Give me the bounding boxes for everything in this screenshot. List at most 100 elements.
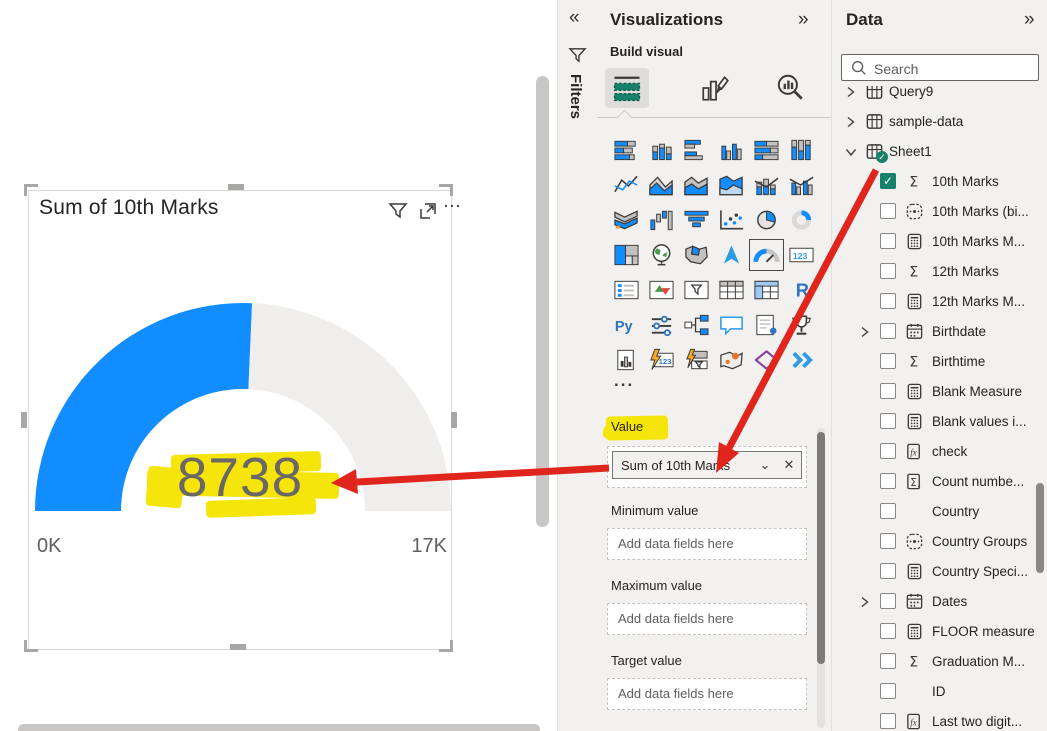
field-checkbox[interactable] <box>880 533 896 549</box>
power-apps-icon[interactable] <box>753 348 780 372</box>
field-row-country-groups[interactable]: Country Groups <box>832 527 1047 557</box>
q-and-a-icon[interactable] <box>718 313 745 337</box>
field-row-10th-marks[interactable]: ✓Σ10th Marks <box>832 167 1047 197</box>
stacked-column-chart-icon[interactable] <box>648 138 675 162</box>
pie-chart-icon[interactable] <box>753 208 780 232</box>
data-pane-scrollbar-thumb[interactable] <box>1036 483 1044 573</box>
field-row-10th-marks-bi-[interactable]: 10th Marks (bi... <box>832 197 1047 227</box>
paginated-report-icon[interactable] <box>613 348 640 372</box>
field-row-blank-values-i-[interactable]: Blank values i... <box>832 407 1047 437</box>
donut-chart-icon[interactable] <box>788 208 815 232</box>
field-checkbox[interactable] <box>880 233 896 249</box>
field-row-country[interactable]: Country <box>832 497 1047 527</box>
collapse-visualizations-icon[interactable]: » <box>798 10 809 29</box>
expand-filters-icon[interactable]: « <box>569 8 580 27</box>
decomposition-tree-icon[interactable] <box>683 313 710 337</box>
funnel-chart-icon[interactable] <box>683 208 710 232</box>
field-checkbox[interactable] <box>880 293 896 309</box>
field-row-id[interactable]: ID <box>832 677 1047 707</box>
field-checkbox[interactable] <box>880 623 896 639</box>
field-checkbox[interactable]: ✓ <box>880 173 896 189</box>
collapse-data-pane-icon[interactable]: » <box>1024 10 1035 29</box>
get-more-visuals-button[interactable]: ... <box>614 371 634 391</box>
field-row-birthtime[interactable]: ΣBirthtime <box>832 347 1047 377</box>
r-script-icon[interactable]: R <box>788 278 815 302</box>
field-row-last-two-digit-[interactable]: fxLast two digit... <box>832 707 1047 731</box>
table-row-sample-data[interactable]: sample-data <box>832 107 1047 137</box>
field-checkbox[interactable] <box>880 593 896 609</box>
filters-pane-title[interactable]: Filters <box>567 74 584 119</box>
chevron-down-icon[interactable] <box>845 146 857 158</box>
line-and-clustered-column-chart-icon[interactable] <box>788 173 815 197</box>
line-chart-icon[interactable] <box>613 173 640 197</box>
visualizations-scrollbar-thumb[interactable] <box>817 432 825 664</box>
clustered-column-chart-icon[interactable] <box>718 138 745 162</box>
metrics-icon[interactable] <box>788 313 815 337</box>
chevron-right-icon[interactable] <box>845 116 857 128</box>
gauge-visual-container[interactable]: Sum of 10th Marks ⋯ 8738 0K 17K <box>28 190 452 650</box>
chevron-right-icon[interactable] <box>845 86 857 98</box>
stacked-bar-chart-icon[interactable] <box>613 138 640 162</box>
lightning-slicer-icon[interactable] <box>683 348 710 372</box>
well-target-value[interactable]: Add data fields here <box>607 678 807 710</box>
field-pill-remove-icon[interactable]: ✕ <box>777 457 801 473</box>
chevron-right-icon[interactable] <box>859 326 871 338</box>
card-icon[interactable]: 123 <box>788 243 815 267</box>
field-checkbox[interactable] <box>880 353 896 369</box>
field-row-floor-measure[interactable]: FLOOR measure <box>832 617 1047 647</box>
python-script-icon[interactable]: Py <box>613 313 640 337</box>
area-chart-icon[interactable] <box>648 173 675 197</box>
gauge-icon[interactable] <box>753 243 780 267</box>
arcgis-map-icon[interactable] <box>718 348 745 372</box>
table-row-query9[interactable]: Query9 <box>832 86 1047 107</box>
power-automate-icon[interactable] <box>788 348 815 372</box>
field-row-country-speci-[interactable]: Country Speci... <box>832 557 1047 587</box>
tab-analytics[interactable] <box>768 68 812 108</box>
field-checkbox[interactable] <box>880 263 896 279</box>
field-checkbox[interactable] <box>880 443 896 459</box>
search-box[interactable] <box>841 54 1039 81</box>
chevron-right-icon[interactable] <box>859 596 871 608</box>
field-checkbox[interactable] <box>880 473 896 489</box>
well-value[interactable]: Sum of 10th Marks⌄✕ <box>607 446 807 488</box>
canvas-vertical-scrollbar[interactable] <box>536 76 549 527</box>
well-maximum-value[interactable]: Add data fields here <box>607 603 807 635</box>
kpi-icon[interactable] <box>648 278 675 302</box>
ribbon-chart-icon[interactable] <box>613 208 640 232</box>
tab-format-visual[interactable] <box>693 68 737 108</box>
waterfall-chart-icon[interactable] <box>648 208 675 232</box>
field-pill[interactable]: Sum of 10th Marks⌄✕ <box>612 451 802 479</box>
field-row-10th-marks-m-[interactable]: 10th Marks M... <box>832 227 1047 257</box>
lightning-card-icon[interactable]: 123 <box>648 348 675 372</box>
map-icon[interactable] <box>648 243 675 267</box>
tab-build-visual[interactable] <box>605 68 649 108</box>
field-checkbox[interactable] <box>880 413 896 429</box>
100-stacked-area-chart-icon[interactable] <box>718 173 745 197</box>
azure-map-icon[interactable] <box>718 243 745 267</box>
100-stacked-bar-chart-icon[interactable] <box>753 138 780 162</box>
field-checkbox[interactable] <box>880 323 896 339</box>
field-row-birthdate[interactable]: Birthdate <box>832 317 1047 347</box>
field-row-check[interactable]: fxcheck <box>832 437 1047 467</box>
field-row-12th-marks[interactable]: Σ12th Marks <box>832 257 1047 287</box>
clustered-bar-chart-icon[interactable] <box>683 138 710 162</box>
search-input[interactable] <box>872 57 1036 80</box>
matrix-icon[interactable] <box>753 278 780 302</box>
button-slicer-icon[interactable] <box>648 313 675 337</box>
line-and-stacked-column-chart-icon[interactable] <box>753 173 780 197</box>
filled-map-icon[interactable] <box>683 243 710 267</box>
field-row-count-numbe-[interactable]: ΣxCount numbe... <box>832 467 1047 497</box>
table-row-sheet1[interactable]: ✓Sheet1 <box>832 137 1047 167</box>
field-checkbox[interactable] <box>880 683 896 699</box>
100-stacked-column-chart-icon[interactable] <box>788 138 815 162</box>
field-checkbox[interactable] <box>880 653 896 669</box>
slicer-icon[interactable] <box>683 278 710 302</box>
field-row-12th-marks-m-[interactable]: 12th Marks M... <box>832 287 1047 317</box>
scatter-chart-icon[interactable] <box>718 208 745 232</box>
field-checkbox[interactable] <box>880 203 896 219</box>
field-checkbox[interactable] <box>880 713 896 729</box>
well-minimum-value[interactable]: Add data fields here <box>607 528 807 560</box>
field-row-dates[interactable]: Dates <box>832 587 1047 617</box>
treemap-icon[interactable] <box>613 243 640 267</box>
smart-narrative-icon[interactable] <box>753 313 780 337</box>
